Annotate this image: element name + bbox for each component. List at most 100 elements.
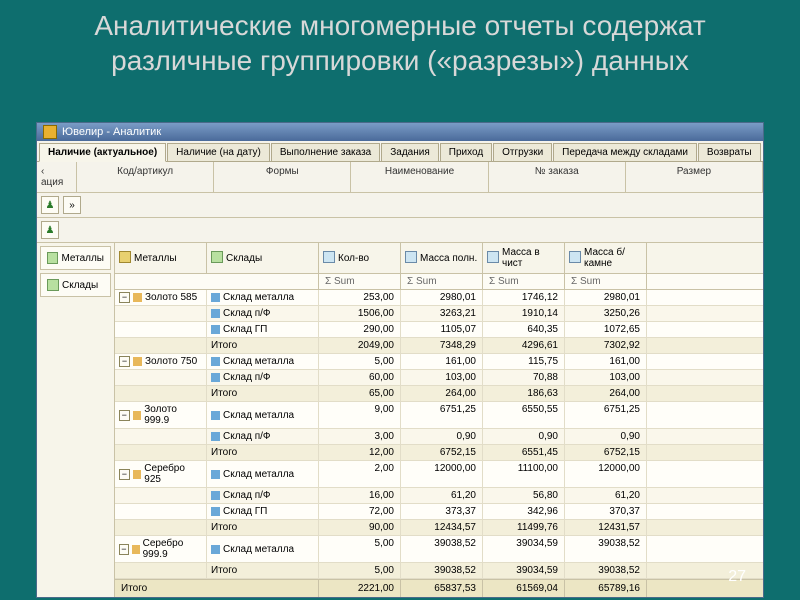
sklad-label: Итого	[211, 522, 237, 533]
cell-value: 60,00	[319, 370, 401, 385]
cell-value: 1105,07	[401, 322, 483, 337]
toolbar: ♟	[37, 193, 763, 218]
collapse-icon[interactable]: −	[119, 356, 130, 367]
field-nav-left[interactable]: ‹ ация	[37, 162, 77, 192]
metal-label: Золото 585	[145, 292, 197, 303]
cell-value: 39034,59	[483, 536, 565, 562]
tab-3[interactable]: Задания	[381, 143, 439, 161]
side-sklad[interactable]: Склады	[40, 273, 111, 297]
person1-icon[interactable]: ♟	[41, 196, 59, 214]
sklad-icon	[211, 507, 220, 516]
cell-value: 103,00	[401, 370, 483, 385]
metal-icon	[133, 411, 142, 420]
table-row[interactable]: Склад п/Ф16,0061,2056,8061,20	[115, 488, 763, 504]
cell-value: 640,35	[483, 322, 565, 337]
cell-value: 12000,00	[565, 461, 647, 487]
col-massa-poln[interactable]: Масса полн.	[401, 243, 483, 273]
table-row[interactable]: Склад п/Ф3,000,900,900,90	[115, 429, 763, 445]
table-row[interactable]: −Золото 999.9Склад металла9,006751,25655…	[115, 402, 763, 429]
metal-icon	[133, 357, 142, 366]
field-kod[interactable]: Код/артикул	[77, 162, 214, 192]
cell-value: 2980,01	[401, 290, 483, 305]
table-row[interactable]: −Серебро 999.9Склад металла5,0039038,523…	[115, 536, 763, 563]
cell-value: 161,00	[401, 354, 483, 369]
table-row[interactable]: Склад ГП72,00373,37342,96370,37	[115, 504, 763, 520]
field-naim[interactable]: Наименование	[351, 162, 488, 192]
cell-value: 9,00	[319, 402, 401, 428]
table-row[interactable]: Склад ГП290,001105,07640,351072,65	[115, 322, 763, 338]
col-sklad[interactable]: Склады	[207, 243, 319, 273]
tab-1[interactable]: Наличие (на дату)	[167, 143, 270, 161]
person2-icon[interactable]: ♟	[41, 221, 59, 239]
field-zakaz[interactable]: № заказа	[489, 162, 626, 192]
tab-6[interactable]: Передача между складами	[553, 143, 697, 161]
tab-0[interactable]: Наличие (актуальное)	[39, 143, 166, 162]
table-row[interactable]: −Золото 585Склад металла253,002980,01174…	[115, 290, 763, 306]
metal-label: Серебро 999.9	[143, 538, 202, 560]
sklad-icon	[211, 309, 220, 318]
cell-value: 0,90	[483, 429, 565, 444]
cell-value: 6751,25	[565, 402, 647, 428]
subtotal-row[interactable]: Итого90,0012434,5711499,7612431,57	[115, 520, 763, 536]
collapse-icon[interactable]: −	[119, 292, 130, 303]
expand-button[interactable]	[63, 196, 81, 214]
titlebar: Ювелир - Аналитик	[37, 123, 763, 141]
table-row[interactable]: Склад п/Ф60,00103,0070,88103,00	[115, 370, 763, 386]
cell-value: 5,00	[319, 563, 401, 578]
cell-value: 186,63	[483, 386, 565, 401]
cell-value: 12431,57	[565, 520, 647, 535]
table-row[interactable]: −Серебро 925Склад металла2,0012000,00111…	[115, 461, 763, 488]
tab-4[interactable]: Приход	[440, 143, 492, 161]
tab-5[interactable]: Отгрузки	[493, 143, 552, 161]
collapse-icon[interactable]: −	[119, 469, 130, 480]
cell-value: 39038,52	[401, 536, 483, 562]
sklad-label: Итого	[211, 388, 237, 399]
cell-value: 12000,00	[401, 461, 483, 487]
sklad-label: Склад металла	[223, 469, 294, 480]
subtotal-row[interactable]: Итого2049,007348,294296,617302,92	[115, 338, 763, 354]
cell-value: 5,00	[319, 354, 401, 369]
cell-value: 1910,14	[483, 306, 565, 321]
cell-value: 12,00	[319, 445, 401, 460]
grand-total-row: Итого 2221,00 65837,53 61569,04 65789,16	[115, 579, 763, 597]
subtotal-row[interactable]: Итого65,00264,00186,63264,00	[115, 386, 763, 402]
cell-value: 2049,00	[319, 338, 401, 353]
cell-value: 0,90	[401, 429, 483, 444]
cell-value: 161,00	[565, 354, 647, 369]
subtotal-row[interactable]: Итого5,0039038,5239034,5939038,52	[115, 563, 763, 579]
col-metals[interactable]: Металлы	[115, 243, 207, 273]
collapse-icon[interactable]: −	[119, 544, 129, 555]
side-metals[interactable]: Металлы	[40, 246, 111, 270]
app-title: Ювелир - Аналитик	[62, 126, 161, 138]
sklad-icon	[211, 293, 220, 302]
cell-value: 1746,12	[483, 290, 565, 305]
field-formy[interactable]: Формы	[214, 162, 351, 192]
col-massa-bk[interactable]: Масса б/камне	[565, 243, 647, 273]
sklad-label: Склад металла	[223, 410, 294, 421]
cell-value: 2980,01	[565, 290, 647, 305]
tab-7[interactable]: Возвраты	[698, 143, 761, 161]
cell-value: 6752,15	[565, 445, 647, 460]
cell-value: 1072,65	[565, 322, 647, 337]
cell-value: 39034,59	[483, 563, 565, 578]
tab-2[interactable]: Выполнение заказа	[271, 143, 380, 161]
table-row[interactable]: −Золото 750Склад металла5,00161,00115,75…	[115, 354, 763, 370]
cell-value: 6751,25	[401, 402, 483, 428]
subtotal-row[interactable]: Итого12,006752,156551,456752,15	[115, 445, 763, 461]
sklad-label: Итого	[211, 565, 237, 576]
table-row[interactable]: Склад п/Ф1506,003263,211910,143250,26	[115, 306, 763, 322]
sklad-label: Склад п/Ф	[223, 372, 271, 383]
cell-value: 16,00	[319, 488, 401, 503]
grid-subheader: Σ Sum Σ Sum Σ Sum Σ Sum	[115, 274, 763, 290]
cell-value: 264,00	[565, 386, 647, 401]
col-kolvo[interactable]: Кол-во	[319, 243, 401, 273]
cell-value: 7302,92	[565, 338, 647, 353]
col-massa-chist[interactable]: Масса в чист	[483, 243, 565, 273]
field-header: ‹ ация Код/артикул Формы Наименование № …	[37, 162, 763, 193]
collapse-icon[interactable]: −	[119, 410, 130, 421]
field-razmer[interactable]: Размер	[626, 162, 763, 192]
app-window: Ювелир - Аналитик Наличие (актуальное)На…	[36, 122, 764, 598]
cell-value: 4296,61	[483, 338, 565, 353]
cell-value: 6752,15	[401, 445, 483, 460]
cell-value: 3263,21	[401, 306, 483, 321]
